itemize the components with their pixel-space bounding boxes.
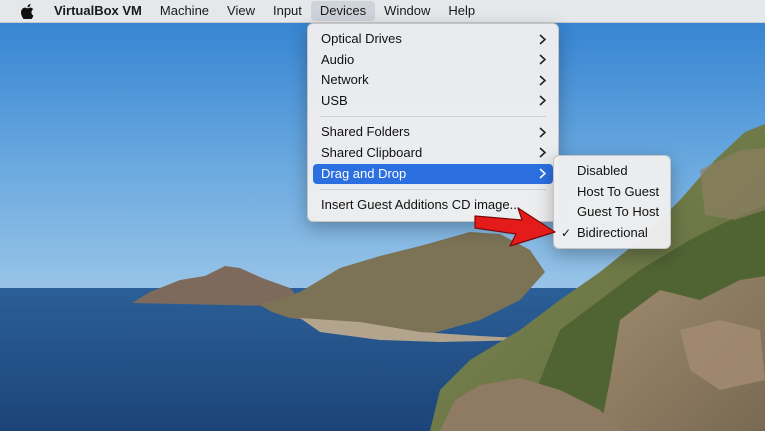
devices-menu: Optical Drives Audio Network USB Shared …: [307, 23, 559, 222]
menu-item-shared-folders[interactable]: Shared Folders: [308, 122, 558, 143]
menu-view[interactable]: View: [218, 0, 264, 22]
checkmark-icon: ✓: [561, 225, 572, 240]
menu-item-optical-drives[interactable]: Optical Drives: [308, 29, 558, 50]
menu-item-label: Drag and Drop: [321, 165, 407, 181]
menu-item-drag-and-drop[interactable]: Drag and Drop: [313, 163, 553, 185]
submenu-item-guest-to-host[interactable]: Guest To Host: [554, 202, 670, 223]
chevron-right-icon: [538, 122, 546, 142]
menu-item-label: USB: [321, 92, 348, 108]
menu-item-label: Shared Clipboard: [321, 144, 423, 160]
menu-item-usb[interactable]: USB: [308, 91, 558, 112]
submenu-item-disabled[interactable]: Disabled: [554, 161, 670, 182]
drag-and-drop-submenu: Disabled Host To Guest Guest To Host ✓ B…: [553, 155, 671, 250]
menu-app-name[interactable]: VirtualBox VM: [54, 0, 151, 22]
chevron-right-icon: [538, 143, 546, 163]
menu-item-label: Guest To Host: [577, 204, 660, 220]
apple-icon[interactable]: [20, 3, 34, 19]
menu-bar: VirtualBox VM Machine View Input Devices…: [0, 0, 765, 23]
submenu-item-host-to-guest[interactable]: Host To Guest: [554, 182, 670, 203]
chevron-right-icon: [538, 164, 546, 184]
chevron-right-icon: [538, 29, 546, 49]
red-arrow-annotation: [474, 207, 556, 247]
menu-item-label: Bidirectional: [577, 224, 648, 240]
menu-separator: [320, 189, 546, 191]
chevron-right-icon: [538, 91, 546, 111]
menu-devices[interactable]: Devices: [310, 1, 376, 21]
menu-separator: [320, 116, 546, 118]
menu-item-network[interactable]: Network: [308, 70, 558, 91]
menu-item-label: Host To Guest: [577, 183, 660, 199]
menu-help[interactable]: Help: [439, 0, 484, 22]
submenu-item-bidirectional[interactable]: ✓ Bidirectional: [554, 223, 670, 244]
menu-window[interactable]: Window: [375, 0, 439, 22]
menu-item-label: Optical Drives: [321, 31, 402, 46]
menu-item-label: Audio: [321, 51, 355, 67]
chevron-right-icon: [538, 70, 546, 90]
menu-item-label: Network: [321, 72, 369, 88]
menu-item-label: Disabled: [577, 163, 628, 178]
menu-machine[interactable]: Machine: [151, 0, 218, 22]
chevron-right-icon: [538, 50, 546, 70]
menu-item-audio[interactable]: Audio: [308, 50, 558, 71]
menu-item-label: Shared Folders: [321, 124, 410, 140]
menu-input[interactable]: Input: [264, 0, 311, 22]
menu-item-shared-clipboard[interactable]: Shared Clipboard: [308, 143, 558, 164]
